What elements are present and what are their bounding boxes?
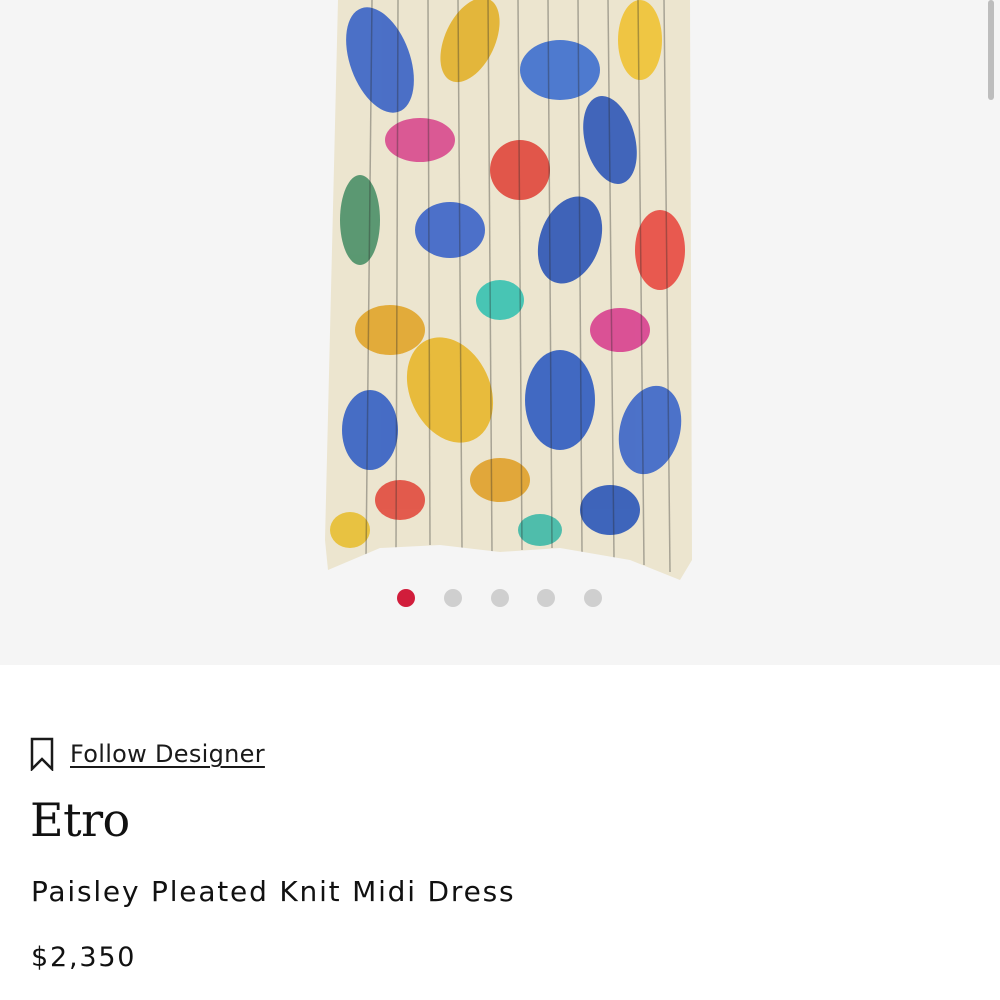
product-name: Paisley Pleated Knit Midi Dress bbox=[31, 875, 516, 908]
gallery-dot-1[interactable] bbox=[397, 589, 415, 607]
product-image-gallery[interactable] bbox=[0, 0, 1000, 665]
follow-designer-label[interactable]: Follow Designer bbox=[70, 740, 265, 768]
gallery-dot-4[interactable] bbox=[537, 589, 555, 607]
scrollbar[interactable] bbox=[988, 0, 994, 100]
gallery-pagination bbox=[0, 589, 1000, 609]
bookmark-icon bbox=[30, 737, 54, 771]
gallery-dot-3[interactable] bbox=[491, 589, 509, 607]
product-price: $2,350 bbox=[31, 942, 137, 973]
gallery-dot-2[interactable] bbox=[444, 589, 462, 607]
designer-name[interactable]: Etro bbox=[30, 793, 130, 847]
follow-designer-button[interactable]: Follow Designer bbox=[30, 736, 265, 772]
gallery-dot-5[interactable] bbox=[584, 589, 602, 607]
product-image[interactable] bbox=[0, 0, 1000, 665]
product-page: Follow Designer Etro Paisley Pleated Kni… bbox=[0, 0, 1000, 1000]
